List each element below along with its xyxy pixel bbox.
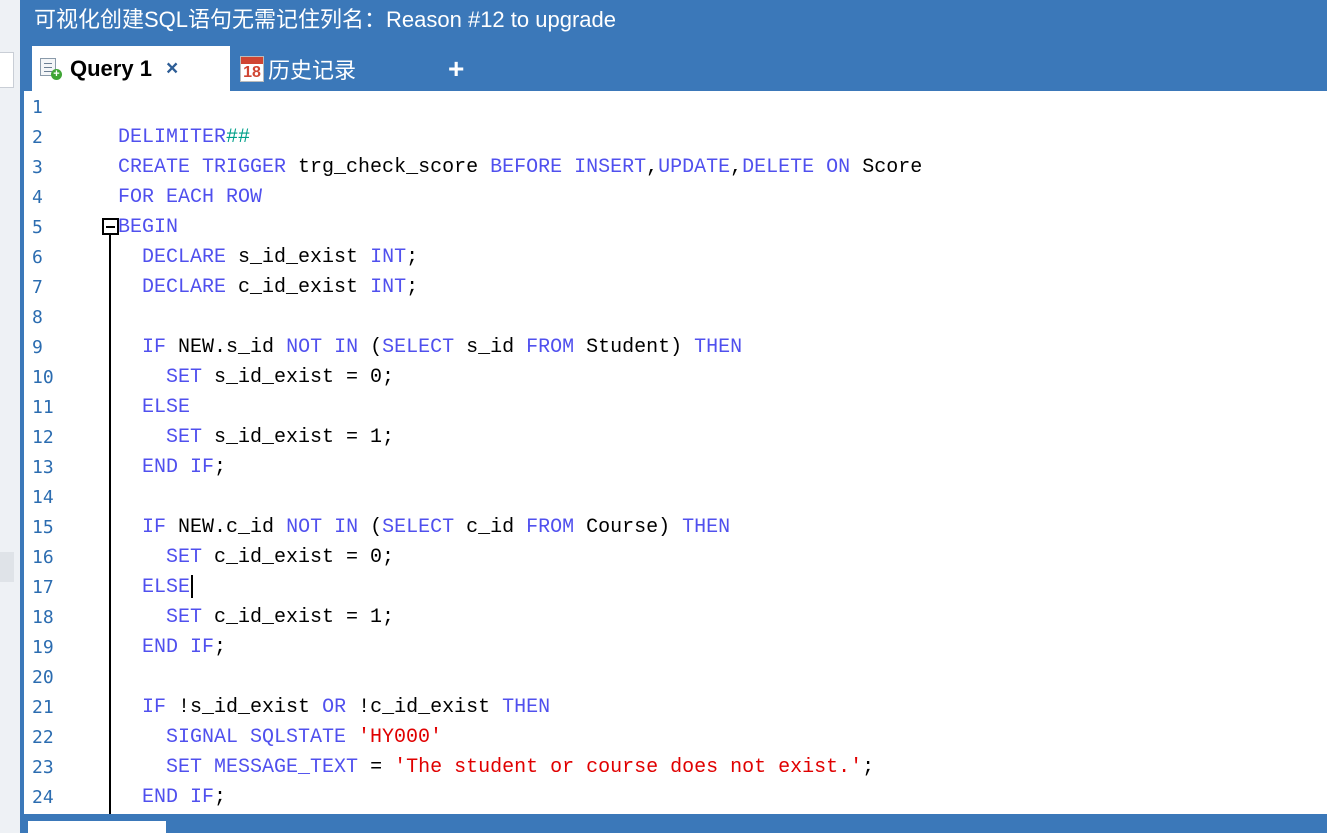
- line-number: 20: [32, 667, 54, 688]
- line-number: 1: [32, 97, 43, 118]
- line-number: 14: [32, 487, 54, 508]
- line-number: 18: [32, 607, 54, 628]
- line-number: 4: [32, 187, 43, 208]
- line-number: 6: [32, 247, 43, 268]
- line-number: 3: [32, 157, 43, 178]
- code-line[interactable]: ELSE: [70, 573, 194, 603]
- line-number: 10: [32, 367, 54, 388]
- line-number: 9: [32, 337, 43, 358]
- line-number: 24: [32, 787, 54, 808]
- code-line[interactable]: BEGIN: [70, 213, 178, 243]
- line-number: 16: [32, 547, 54, 568]
- line-number: 2: [32, 127, 43, 148]
- code-line[interactable]: DECLARE c_id_exist INT;: [70, 273, 418, 303]
- tab-query-1-label: Query 1: [70, 55, 152, 81]
- editor-header: 可视化创建SQL语句无需记住列名：Reason #12 to upgrade +…: [24, 0, 1327, 91]
- line-number: 21: [32, 697, 54, 718]
- outer-tab-fragment: [0, 52, 14, 88]
- add-tab-button[interactable]: +: [448, 54, 464, 84]
- code-line[interactable]: SET MESSAGE_TEXT = 'The student or cours…: [70, 753, 874, 783]
- code-line[interactable]: SET c_id_exist = 1;: [70, 603, 394, 633]
- code-line[interactable]: CREATE TRIGGER trg_check_score BEFORE IN…: [70, 153, 922, 183]
- code-line[interactable]: IF NEW.c_id NOT IN (SELECT c_id FROM Cou…: [70, 513, 730, 543]
- outer-window-left-strip: [0, 0, 20, 833]
- bottom-tab-fragment[interactable]: [28, 821, 166, 833]
- code-line[interactable]: DELIMITER##: [70, 123, 250, 153]
- line-number: 11: [32, 397, 54, 418]
- code-line[interactable]: SET s_id_exist = 1;: [70, 423, 394, 453]
- code-line[interactable]: SET s_id_exist = 0;: [70, 363, 394, 393]
- code-line[interactable]: IF NEW.s_id NOT IN (SELECT s_id FROM Stu…: [70, 333, 742, 363]
- text-caret: [191, 575, 194, 599]
- line-number: 23: [32, 757, 54, 778]
- tab-history[interactable]: 18 历史记录: [236, 46, 376, 91]
- line-number: 22: [32, 727, 54, 748]
- code-line[interactable]: ELSE: [70, 393, 190, 423]
- code-line[interactable]: FOR EACH ROW: [70, 183, 262, 213]
- code-line[interactable]: SIGNAL SQLSTATE 'HY000': [70, 723, 442, 753]
- code-line[interactable]: SET c_id_exist = 0;: [70, 543, 394, 573]
- bottom-bar: [24, 814, 1327, 833]
- code-line[interactable]: IF !s_id_exist OR !c_id_exist THEN: [70, 693, 550, 723]
- query-doc-icon: +: [40, 57, 62, 80]
- code-line[interactable]: END IF;: [70, 633, 226, 663]
- code-line[interactable]: DECLARE s_id_exist INT;: [70, 243, 418, 273]
- outer-panel-fragment: [0, 552, 14, 582]
- line-number: 15: [32, 517, 54, 538]
- line-number: 19: [32, 637, 54, 658]
- upgrade-banner[interactable]: 可视化创建SQL语句无需记住列名：Reason #12 to upgrade: [34, 5, 616, 35]
- calendar-icon: 18: [240, 55, 264, 82]
- tab-history-label: 历史记录: [268, 57, 357, 83]
- line-number: 13: [32, 457, 54, 478]
- close-icon[interactable]: ×: [166, 57, 178, 81]
- line-number: 5: [32, 217, 43, 238]
- code-line[interactable]: END IF;: [70, 453, 226, 483]
- line-number: 12: [32, 427, 54, 448]
- line-number: 7: [32, 277, 43, 298]
- sql-editor[interactable]: 1 2 3 4 5 6 7 8 9 10 11 12 13 14 15 16 17 18 19 20 21 22 23 24 …: [24, 91, 1327, 814]
- tab-query-1[interactable]: + Query 1 ×: [32, 46, 230, 91]
- line-number: 8: [32, 307, 43, 328]
- code-line[interactable]: END IF;: [70, 783, 226, 813]
- line-number: 17: [32, 577, 54, 598]
